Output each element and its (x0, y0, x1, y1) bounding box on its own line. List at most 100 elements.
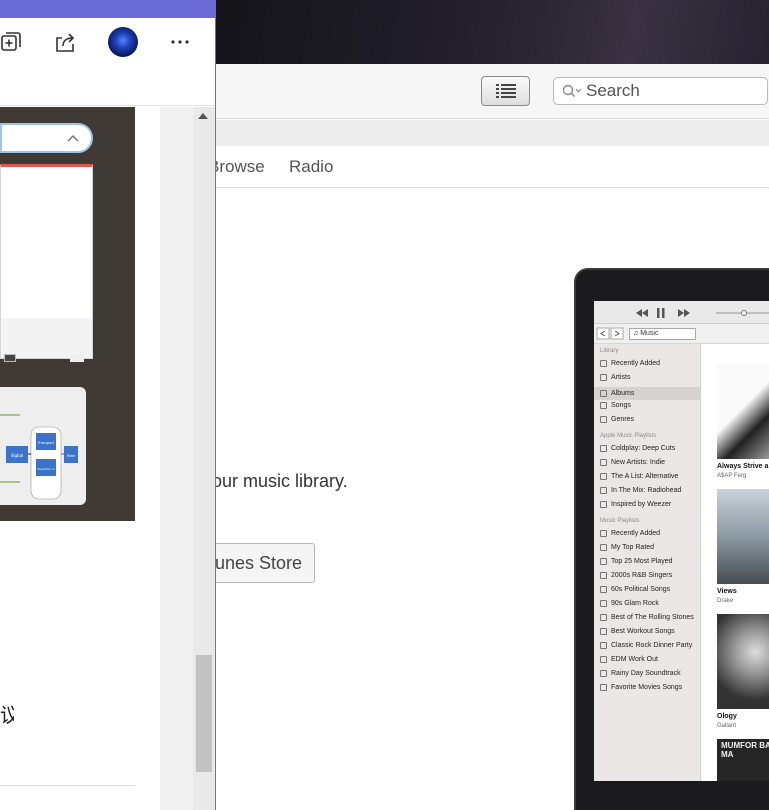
apple-playlists-header: Apple Music Playlists (600, 433, 657, 439)
playlist-item[interactable]: The A List: Alternative (600, 473, 678, 480)
playlist-item[interactable]: Rainy Day Soundtrack (600, 670, 681, 677)
library-intro-text: our music library. (212, 471, 348, 491)
edge-page-content: Sigbal Transport Evolution 2 Rate 议 (0, 107, 215, 810)
playlist-item[interactable]: Top 25 Most Played (600, 558, 672, 565)
diagram-label: Sigbal (11, 453, 23, 458)
source-dropdown[interactable]: ♫ Music (629, 328, 696, 340)
tab-radio[interactable]: Radio (289, 157, 333, 177)
panel-handle-icon (4, 354, 16, 362)
itunes-subbar (216, 120, 769, 146)
screen-player-bar (594, 301, 769, 324)
album-title: Views (717, 588, 737, 595)
panel-footer (1, 318, 92, 358)
avatar (108, 27, 138, 57)
list-icon (495, 84, 516, 98)
album-artist: A$AP Ferg (717, 473, 747, 479)
more-button[interactable] (164, 26, 196, 58)
mic-icon (600, 374, 607, 381)
itunes-toolbar: Search (216, 64, 769, 119)
playlist-item[interactable]: My Top Rated (600, 544, 654, 551)
sidebar-item[interactable]: Songs (600, 402, 631, 409)
album-cover[interactable]: MUMFOR BABBA MA (717, 739, 769, 781)
share-icon (56, 33, 75, 52)
playlist-icon (600, 684, 607, 691)
scrollbar-thumb[interactable] (196, 655, 212, 772)
collections-button[interactable] (0, 26, 27, 58)
itunes-nav-tabs: Browse Radio (208, 146, 769, 188)
collections-icon (1, 32, 21, 51)
edge-toolbar (0, 18, 215, 106)
more-icon (171, 40, 189, 44)
list-view-button[interactable] (481, 76, 530, 106)
playlist-item[interactable]: Best of The Rolling Stones (600, 614, 694, 621)
sidebar-item[interactable]: Artists (600, 374, 630, 381)
album-icon (600, 390, 607, 397)
playlist-item[interactable]: Recently Added (600, 530, 660, 537)
playlist-icon (600, 656, 607, 663)
profile-button[interactable] (107, 26, 139, 58)
gear-icon (600, 558, 607, 565)
sidebar-item[interactable]: Genres (600, 416, 634, 423)
album-title: Ology (717, 713, 737, 720)
playlist-item[interactable]: 60s Political Songs (600, 586, 670, 593)
itunes-titlebar (216, 0, 769, 64)
playlist-icon (600, 628, 607, 635)
playlist-item[interactable]: Coldplay: Deep Cuts (600, 445, 675, 452)
playlist-icon (600, 642, 607, 649)
library-header: Library (600, 348, 619, 354)
edge-accent-strip (0, 0, 215, 18)
playlist-icon (600, 670, 607, 677)
playlist-icon (600, 459, 607, 466)
share-button[interactable] (49, 26, 81, 58)
diagram-label: Evolution 2 (38, 467, 55, 471)
album-cover[interactable] (717, 489, 769, 584)
gear-icon (600, 530, 607, 537)
playlist-icon (600, 487, 607, 494)
back-forward-icon (596, 327, 624, 340)
music-playlists-header: Music Playlists (600, 518, 640, 524)
playlist-icon (600, 445, 607, 452)
search-icon (562, 84, 582, 98)
flow-diagram-image: Sigbal Transport Evolution 2 Rate (0, 414, 78, 500)
playlist-item[interactable]: New Artists: Indie (600, 459, 665, 466)
diagram-thumbnail[interactable]: Sigbal Transport Evolution 2 Rate (0, 387, 86, 505)
playlist-item[interactable]: EDM Work Out (600, 656, 658, 663)
sidebar-item-selected[interactable]: Albums (594, 387, 701, 400)
playlist-item[interactable]: 90s Glam Rock (600, 600, 659, 607)
album-cover[interactable] (717, 364, 769, 459)
scroll-up-arrow-icon[interactable] (198, 113, 208, 119)
laptop-screen: ♫ Music Library Recently Added Artists A… (594, 301, 769, 781)
dropdown-label: Music (640, 330, 659, 337)
desktop: Search Browse Radio our music library. u… (0, 0, 769, 810)
dropdown-pill[interactable] (0, 123, 93, 153)
gear-icon (600, 544, 607, 551)
panel-handle-icon (70, 354, 84, 362)
chevron-up-icon (67, 134, 79, 142)
diagram-label: Transport (37, 441, 55, 445)
playlist-icon (600, 600, 607, 607)
embedded-preview: Sigbal Transport Evolution 2 Rate (0, 107, 135, 521)
album-cover[interactable] (717, 614, 769, 709)
playlist-item[interactable]: Classic Rock Dinner Party (600, 642, 692, 649)
playlist-item[interactable]: 2000s R&B Singers (600, 572, 672, 579)
playlist-item[interactable]: In The Mix: Radiohead (600, 487, 681, 494)
screen-album-grid: Always Strive a A$AP Ferg Views Drake Ol… (702, 344, 769, 781)
search-placeholder: Search (586, 81, 640, 100)
album-artist: Drake (717, 598, 734, 604)
tab-browse[interactable]: Browse (208, 157, 265, 177)
playlist-icon (600, 614, 607, 621)
screen-nav: ♫ Music (594, 324, 769, 344)
playlist-item[interactable]: Favorite Movies Songs (600, 684, 682, 691)
edge-window: Sigbal Transport Evolution 2 Rate 议 (0, 0, 216, 810)
truncated-text: 议 (0, 705, 14, 727)
sidebar-item[interactable]: Recently Added (600, 360, 660, 367)
diagram-label: Rate (67, 454, 75, 458)
search-field[interactable]: Search (553, 77, 768, 105)
album-title: Always Strive a (717, 463, 769, 470)
screen-sidebar: Library Recently Added Artists Albums So… (594, 344, 701, 781)
note-icon (600, 402, 607, 409)
playback-controls-icon (636, 308, 769, 318)
playlist-icon (600, 586, 607, 593)
playlist-item[interactable]: Inspired by Weezer (600, 501, 671, 508)
playlist-item[interactable]: Best Workout Songs (600, 628, 675, 635)
